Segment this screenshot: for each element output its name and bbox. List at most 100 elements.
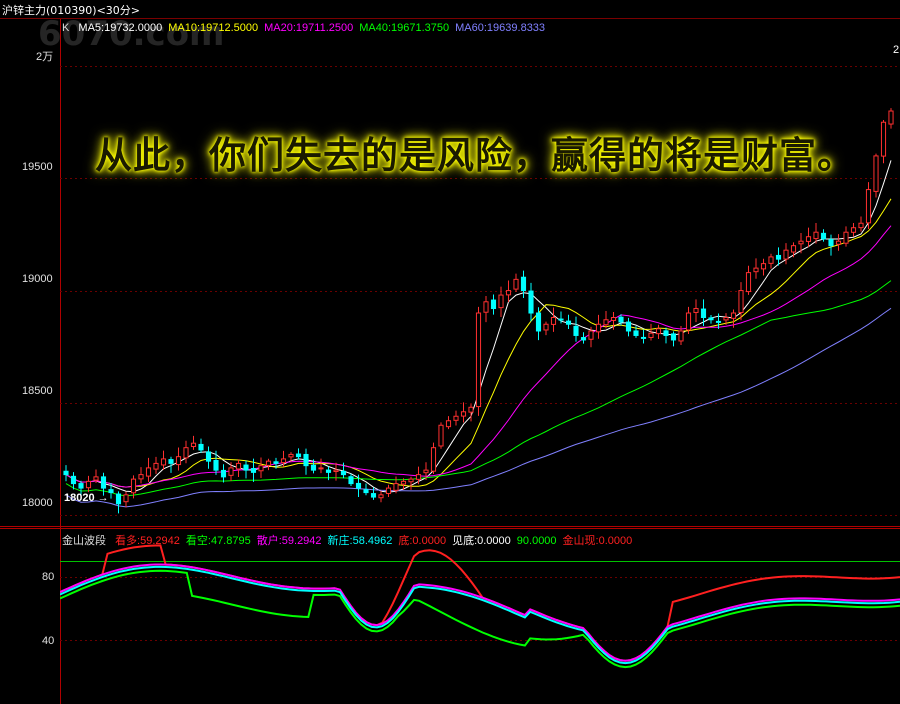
- candle: [258, 457, 264, 479]
- candle: [708, 314, 714, 324]
- candle: [850, 223, 857, 237]
- y-tick-18500: 18500: [22, 385, 53, 397]
- candle: [483, 295, 489, 323]
- candle: [378, 490, 384, 503]
- candle: [138, 467, 144, 484]
- indicator-chart[interactable]: [60, 529, 900, 704]
- candle: [438, 422, 444, 449]
- candle: [123, 491, 129, 508]
- candle: [63, 465, 69, 482]
- candle: [85, 475, 92, 493]
- candle: [543, 321, 549, 336]
- low-price-label: 18020 →: [64, 492, 109, 504]
- candle: [580, 332, 587, 344]
- candle: [528, 282, 534, 322]
- candle: [445, 416, 452, 430]
- slogan-banner: 从此，你们失去的是风险，赢得的将是财富。: [95, 134, 855, 177]
- y-tick-19500: 19500: [22, 161, 53, 173]
- candle: [565, 314, 572, 329]
- indicator-legend-item: 看多:59.2942: [115, 535, 180, 547]
- ma-legend-ma5: MA5:19732.0000: [78, 22, 163, 34]
- candle: [625, 317, 632, 337]
- candle: [573, 316, 579, 342]
- corner-mark: 2: [893, 44, 900, 56]
- candle: [513, 273, 519, 292]
- indicator-legend-item: 见底:0.0000: [452, 535, 511, 547]
- candle: [805, 227, 812, 248]
- candle: [265, 458, 272, 471]
- candle: [205, 446, 212, 469]
- candle: [498, 286, 504, 318]
- ind-y-tick-80: 80: [42, 571, 55, 583]
- candle: [220, 464, 227, 483]
- y-tick-20000: 2万: [36, 51, 54, 63]
- ma-legend-ma20: MA20:19711.2500: [264, 22, 354, 34]
- ind-y-tick-40: 40: [42, 635, 55, 647]
- candle: [595, 314, 602, 339]
- indicator-line-kanduo: [60, 544, 900, 662]
- y-tick-19000: 19000: [22, 273, 53, 285]
- candle: [393, 476, 399, 494]
- candle: [640, 329, 647, 344]
- candle: [873, 153, 879, 198]
- indicator-legend-item: 散户:59.2942: [256, 535, 322, 547]
- indicator-name: 金山波段: [62, 535, 106, 547]
- candle: [843, 226, 849, 247]
- candle: [505, 280, 512, 303]
- candle: [865, 182, 872, 229]
- candle: [160, 450, 167, 470]
- candle: [828, 234, 834, 256]
- candle: [115, 491, 122, 514]
- candlestick-chart[interactable]: [60, 19, 900, 524]
- candle: [453, 410, 459, 426]
- candle: [183, 440, 189, 464]
- indicator-legend-item: 看空:47.8795: [185, 535, 251, 547]
- candle: [348, 473, 354, 487]
- candle: [408, 476, 414, 490]
- candle: [790, 242, 797, 258]
- indicator-line-xinzhuang: [60, 565, 900, 665]
- candle: [760, 258, 767, 276]
- candle: [603, 310, 609, 329]
- candle: [318, 458, 324, 474]
- candle: [460, 402, 467, 423]
- candle: [550, 307, 557, 332]
- candle: [153, 456, 159, 474]
- candle: [535, 307, 542, 341]
- candle: [520, 270, 527, 298]
- ma-legend-ma40: MA40:19671.3750: [359, 22, 450, 34]
- candle: [685, 306, 692, 334]
- candle: [363, 483, 369, 496]
- candle: [655, 324, 662, 339]
- chart-type-label: K: [62, 22, 70, 34]
- candle: [475, 306, 482, 416]
- indicator-legend-item: 新庄:58.4962: [327, 535, 393, 547]
- y-tick-18000: 18000: [22, 497, 53, 509]
- indicator-legend-item: 底:0.0000: [398, 535, 447, 547]
- indicator-legend-item: 90.0000: [516, 535, 557, 547]
- candle: [145, 457, 152, 482]
- candle: [175, 447, 182, 471]
- candle: [235, 459, 242, 478]
- candle: [858, 216, 864, 232]
- candle: [700, 299, 707, 327]
- candle: [880, 119, 887, 164]
- candle: [303, 448, 309, 475]
- ma-legend-ma60: MA60:19639.8333: [455, 22, 546, 34]
- candle: [190, 435, 197, 450]
- candle: [738, 282, 744, 321]
- indicator-legend-item: 金山现:0.0000: [562, 535, 633, 547]
- candle: [753, 258, 759, 279]
- indicator-line-sanhu: [60, 563, 900, 662]
- candle: [783, 243, 789, 265]
- indicator-legend: 金山波段 看多:59.2942 看空:47.8795 散户:59.2942 新庄:58…: [62, 532, 644, 548]
- indicator-line-kankong: [60, 569, 900, 669]
- candle: [768, 253, 774, 269]
- candle: [243, 460, 249, 479]
- candle: [693, 299, 699, 323]
- candle: [888, 108, 894, 129]
- candle: [745, 265, 752, 295]
- indicator-lines: [60, 544, 900, 669]
- candle: [835, 234, 842, 251]
- candle: [663, 327, 669, 344]
